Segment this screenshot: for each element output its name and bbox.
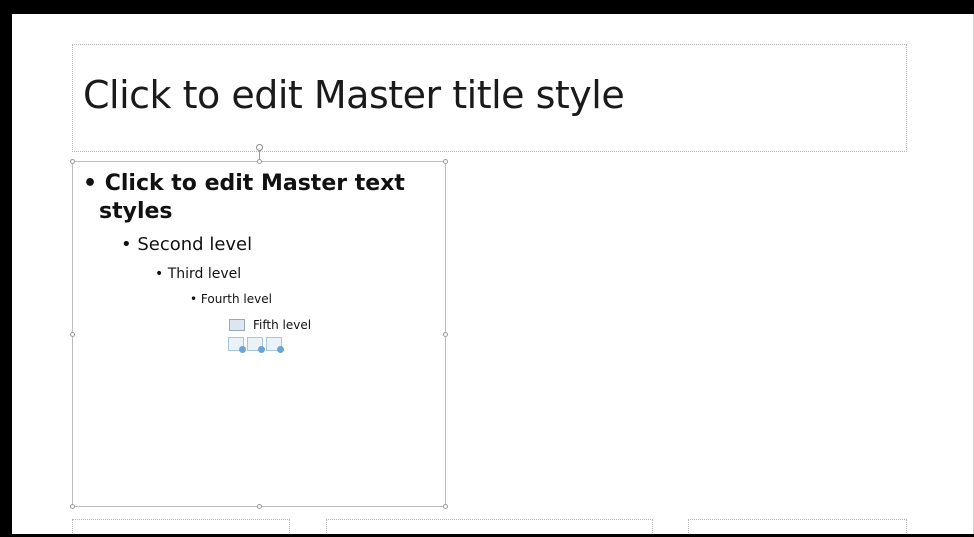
bullet: •: [190, 292, 198, 306]
resize-handle-top-left[interactable]: [70, 159, 75, 164]
bullet: •: [121, 234, 132, 255]
text-level-5[interactable]: Fifth level: [229, 318, 311, 332]
insert-content-icons: [228, 337, 284, 353]
level-1-text: Click to edit Master text: [104, 171, 405, 196]
resize-handle-left[interactable]: [70, 332, 75, 337]
level-3-text: Third level: [167, 266, 242, 282]
footer-placeholder[interactable]: [326, 519, 653, 534]
level-2-text: Second level: [137, 234, 253, 255]
body-placeholder[interactable]: • Click to edit Master text styles • Sec…: [70, 159, 448, 509]
text-level-3[interactable]: • Third level: [155, 266, 241, 282]
resize-handle-bottom-left[interactable]: [70, 504, 75, 509]
table-icon[interactable]: [229, 319, 245, 331]
picture-icon[interactable]: [228, 337, 246, 353]
level-4-text: Fourth level: [200, 292, 272, 306]
level-1-text-cont: styles: [99, 199, 173, 224]
resize-handle-bottom-right[interactable]: [443, 504, 448, 509]
level-5-text: Fifth level: [253, 318, 312, 332]
title-placeholder[interactable]: Click to edit Master title style: [72, 44, 907, 152]
bullet: •: [83, 171, 98, 196]
text-level-4[interactable]: • Fourth level: [190, 292, 272, 306]
resize-handle-top-right[interactable]: [443, 159, 448, 164]
slide-master-canvas: Click to edit Master title style • Click…: [12, 14, 974, 534]
title-text[interactable]: Click to edit Master title style: [83, 73, 625, 117]
text-level-2[interactable]: • Second level: [121, 234, 252, 255]
resize-handle-bottom[interactable]: [257, 504, 262, 509]
date-placeholder[interactable]: [72, 519, 290, 534]
bullet: •: [155, 266, 164, 282]
resize-handle-top[interactable]: [257, 159, 262, 164]
slide-number-placeholder[interactable]: [688, 519, 907, 534]
rotation-handle[interactable]: [256, 144, 263, 151]
video-icon[interactable]: [266, 337, 284, 353]
text-level-1[interactable]: • Click to edit Master text styles: [83, 170, 405, 226]
resize-handle-right[interactable]: [443, 332, 448, 337]
online-picture-icon[interactable]: [247, 337, 265, 353]
